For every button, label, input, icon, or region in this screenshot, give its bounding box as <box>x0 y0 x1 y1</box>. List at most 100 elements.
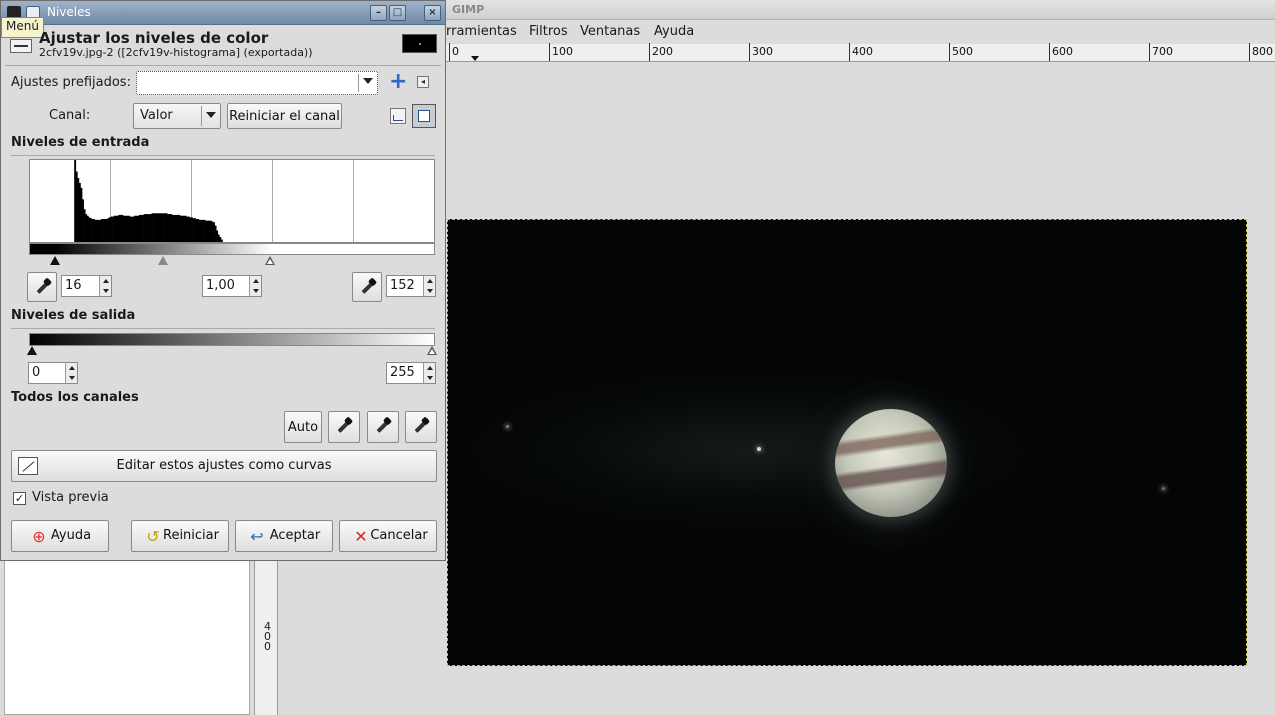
output-gradient-bar <box>29 333 435 346</box>
add-preset-icon[interactable]: + <box>389 71 407 93</box>
histogram[interactable] <box>29 159 435 243</box>
combo-divider <box>358 74 359 92</box>
spin-down-icon[interactable] <box>253 289 259 293</box>
input-low-spinner[interactable]: 16 <box>61 275 112 297</box>
moon <box>1162 487 1165 490</box>
spin-buttons[interactable] <box>249 276 261 296</box>
separator <box>5 65 441 66</box>
dialog-subheading: 2cfv19v.jpg-2 ([2cfv19v-histograma] (exp… <box>39 46 313 59</box>
vruler-label: 0 <box>264 640 271 653</box>
chevron-down-icon <box>206 112 216 118</box>
help-button[interactable]: ⊕ Ayuda <box>11 520 109 552</box>
input-high-value: 152 <box>390 278 415 293</box>
input-white-picker-button[interactable] <box>352 272 382 302</box>
dialog-heading: Ajustar los niveles de color <box>39 29 269 47</box>
reset-channel-button[interactable]: Reiniciar el canal <box>227 103 342 129</box>
spin-up-icon[interactable] <box>69 366 75 370</box>
menu-ventanas[interactable]: Ventanas <box>580 24 640 39</box>
channel-label: Canal: <box>49 108 91 123</box>
ruler-label: 800 <box>1252 45 1273 58</box>
gimp-window-title: GIMP <box>452 3 485 16</box>
help-label: Ayuda <box>50 528 92 543</box>
ruler-tick <box>1049 43 1050 61</box>
output-high-value: 255 <box>390 365 415 380</box>
ruler-tick <box>949 43 950 61</box>
spin-buttons[interactable] <box>65 363 77 383</box>
menu-filtros[interactable]: Filtros <box>529 24 568 39</box>
preset-menu-icon[interactable]: ◂ <box>417 76 429 88</box>
preview-checkbox[interactable]: ✓ <box>13 492 26 505</box>
spin-buttons[interactable] <box>423 363 435 383</box>
vertical-ruler[interactable]: 4 0 0 <box>254 560 278 715</box>
spin-down-icon[interactable] <box>69 376 75 380</box>
output-high-spinner[interactable]: 255 <box>386 362 436 384</box>
spin-up-icon[interactable] <box>103 279 109 283</box>
ruler-tick <box>849 43 850 61</box>
levels-tool-icon <box>10 39 32 53</box>
close-icon[interactable]: × <box>424 5 441 21</box>
output-low-value: 0 <box>32 365 41 380</box>
layers-panel[interactable] <box>4 560 250 715</box>
ok-button[interactable]: ↩ Aceptar <box>235 520 333 552</box>
menu-ayuda[interactable]: Ayuda <box>654 24 694 39</box>
moon <box>757 447 761 451</box>
auto-button[interactable]: Auto <box>284 411 322 443</box>
color-picker-icon <box>375 418 391 434</box>
presets-label: Ajustes prefijados: <box>11 75 131 90</box>
input-gradient-bar <box>29 243 435 255</box>
reset-button[interactable]: ↺ Reiniciar <box>131 520 229 552</box>
menu-herramientas[interactable]: rramientas <box>446 24 517 39</box>
moon <box>506 425 509 428</box>
spin-up-icon[interactable] <box>253 279 259 283</box>
combo-divider <box>201 106 202 126</box>
dialog-window-title: Niveles <box>47 5 91 19</box>
ruler-tick <box>649 43 650 61</box>
spin-buttons[interactable] <box>99 276 111 296</box>
reset-label: Reiniciar <box>163 528 219 543</box>
color-picker-icon <box>35 279 51 295</box>
linear-histogram-icon[interactable] <box>390 108 406 124</box>
input-high-spinner[interactable]: 152 <box>386 275 436 297</box>
spin-buttons[interactable] <box>423 276 435 296</box>
ruler-label: 700 <box>1152 45 1173 58</box>
channel-value: Valor <box>140 108 173 123</box>
cancel-button[interactable]: ✕ Cancelar <box>339 520 437 552</box>
input-black-point-handle[interactable] <box>50 256 60 265</box>
minimize-icon[interactable]: – <box>370 5 387 21</box>
input-low-value: 16 <box>65 278 82 293</box>
edit-as-curves-button[interactable]: Editar estos ajustes como curvas <box>11 450 437 482</box>
ruler-tick <box>1249 43 1250 61</box>
input-gamma-handle[interactable] <box>158 256 168 265</box>
input-gamma-spinner[interactable]: 1,00 <box>202 275 262 297</box>
channel-combo[interactable]: Valor <box>133 103 221 129</box>
separator <box>11 155 435 156</box>
levels-dialog: Niveles – □ × Menú Ajustar los niveles d… <box>0 0 446 561</box>
white-point-picker-button[interactable] <box>405 411 437 443</box>
output-low-spinner[interactable]: 0 <box>28 362 78 384</box>
output-white-handle[interactable] <box>427 346 437 355</box>
spin-down-icon[interactable] <box>427 289 433 293</box>
spin-up-icon[interactable] <box>427 279 433 283</box>
input-white-point-handle[interactable] <box>265 256 275 265</box>
spin-up-icon[interactable] <box>427 366 433 370</box>
linear-histogram-glyph <box>393 115 403 121</box>
menu-tooltip: Menú <box>1 17 44 38</box>
preview-label[interactable]: Vista previa <box>32 490 109 505</box>
spin-down-icon[interactable] <box>427 376 433 380</box>
dialog-titlebar[interactable]: Niveles – □ × <box>1 1 445 25</box>
ok-label: Aceptar <box>269 528 321 543</box>
image-canvas[interactable] <box>447 219 1247 666</box>
ruler-label: 200 <box>652 45 673 58</box>
log-histogram-icon[interactable] <box>412 104 436 128</box>
input-black-picker-button[interactable] <box>27 272 57 302</box>
color-picker-icon <box>360 279 376 295</box>
spin-down-icon[interactable] <box>103 289 109 293</box>
gray-point-picker-button[interactable] <box>367 411 399 443</box>
output-black-handle[interactable] <box>27 346 37 355</box>
maximize-icon[interactable]: □ <box>389 5 406 21</box>
horizontal-ruler[interactable]: 0 100 200 300 400 500 600 700 800 <box>446 43 1275 62</box>
ruler-label: 300 <box>752 45 773 58</box>
chevron-down-icon <box>363 78 373 84</box>
black-point-picker-button[interactable] <box>328 411 360 443</box>
presets-combo[interactable] <box>136 71 378 95</box>
